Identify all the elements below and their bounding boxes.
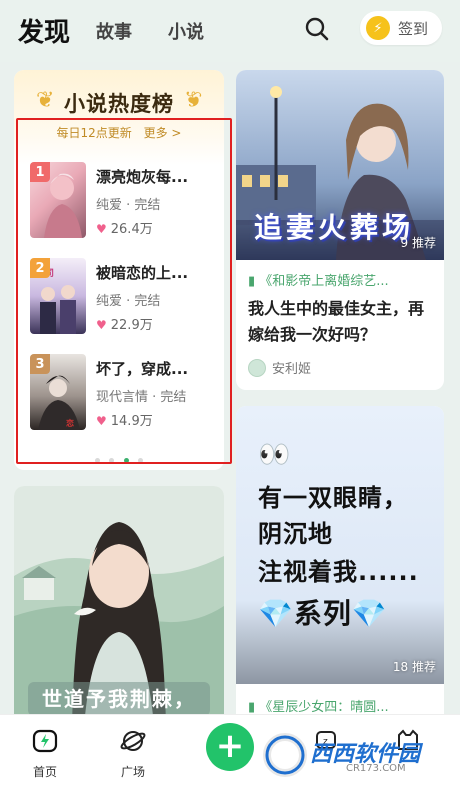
- cover-line: 有一双眼睛，: [258, 484, 408, 512]
- signin-label: 签到: [398, 19, 429, 38]
- cover-line: 💎系列💎: [258, 597, 388, 630]
- tab-discover[interactable]: 发现: [18, 12, 70, 49]
- signin-button[interactable]: ⚡ 签到: [360, 11, 442, 45]
- recommend-count: 18 推荐: [392, 660, 436, 674]
- book-tag-label: 《和影帝上离婚综艺...: [259, 274, 389, 289]
- eyes-emoji: 👀: [258, 440, 292, 470]
- tab-novel[interactable]: 小说: [168, 18, 204, 44]
- lightning-home-icon: [32, 729, 58, 753]
- cover-line: 阴沉地: [258, 520, 333, 548]
- book-tag[interactable]: ▮ 《星辰少女四：晴圆...: [248, 696, 389, 715]
- nav-square[interactable]: 广场: [103, 727, 163, 780]
- highlight-box: [16, 118, 232, 464]
- book-tag[interactable]: ▮ 《和影帝上离婚综艺...: [248, 270, 389, 289]
- lightning-coin-icon: ⚡: [366, 16, 390, 40]
- watermark: 西西软件园 CR173.COM: [262, 732, 442, 780]
- laurel-right-icon: ❦: [183, 88, 202, 113]
- tab-story[interactable]: 故事: [96, 18, 132, 44]
- create-button[interactable]: +: [206, 723, 254, 771]
- recommend-count: 9 推荐: [400, 236, 436, 250]
- post-card[interactable]: 世道予我荆棘，: [14, 486, 224, 726]
- nav-home-label: 首页: [32, 765, 57, 779]
- cover-banner: 世道予我荆棘，: [28, 682, 210, 716]
- cover-title: 追妻火葬场: [254, 211, 415, 244]
- planet-icon: [120, 731, 146, 751]
- author[interactable]: 安利姬: [248, 358, 311, 377]
- nav-square-label: 广场: [120, 765, 145, 779]
- top-bar: 发现 故事 小说 ⚡ 签到: [0, 0, 460, 62]
- post-cover: 👀 有一双眼睛， 阴沉地 注视着我...... 💎系列💎 18 推荐: [236, 406, 444, 684]
- nav-home[interactable]: 首页: [15, 727, 75, 780]
- book-tag-label: 《星辰少女四：晴圆...: [259, 700, 389, 715]
- author-name: 安利姬: [272, 362, 312, 377]
- search-icon[interactable]: [304, 16, 330, 42]
- cover-line: 注视着我......: [258, 558, 419, 586]
- post-card[interactable]: 追妻火葬场 9 推荐 ▮ 《和影帝上离婚综艺... 我人生中的最佳女主，再嫁给我…: [236, 70, 444, 390]
- post-title: 我人生中的最佳女主，再嫁给我一次好吗？: [248, 299, 425, 344]
- post-cover: 追妻火葬场 9 推荐: [236, 70, 444, 260]
- watermark-logo: [263, 733, 307, 777]
- watermark-sub: CR173.COM: [346, 763, 406, 774]
- post-card[interactable]: 👀 有一双眼睛， 阴沉地 注视着我...... 💎系列💎 18 推荐 ▮ 《星辰…: [236, 406, 444, 726]
- avatar: [248, 358, 266, 377]
